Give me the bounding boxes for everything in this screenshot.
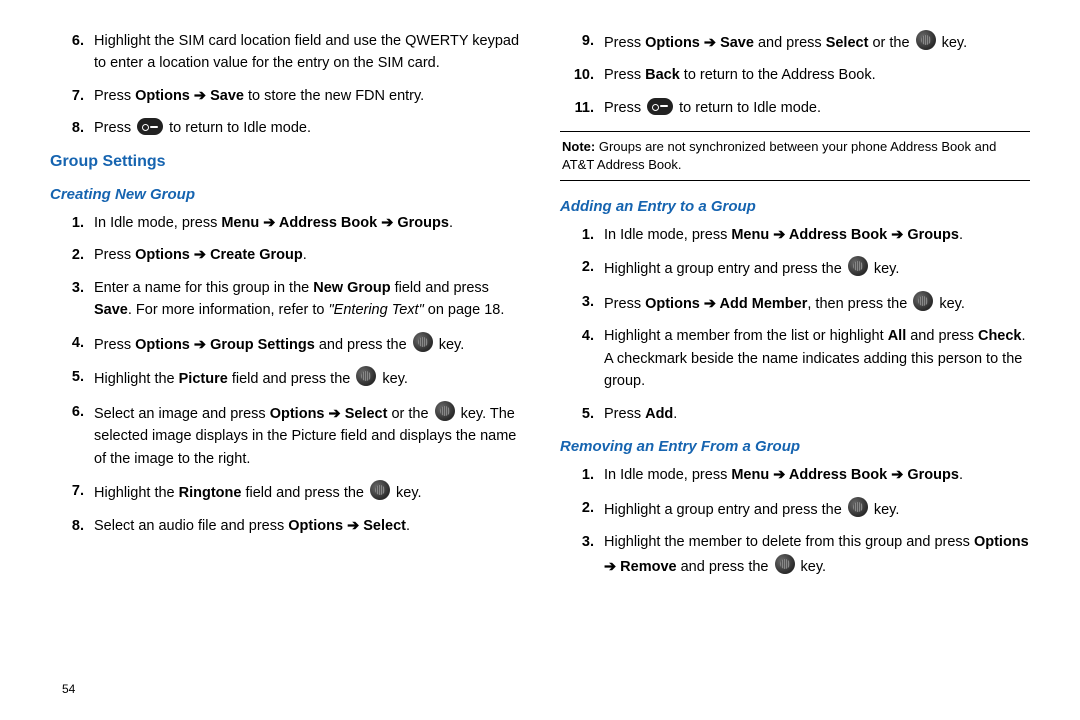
ok-key-icon [370,480,390,500]
re-step-2: 2. Highlight a group entry and press the… [560,497,1030,521]
ae-step-1: 1. In Idle mode, press Menu ➔ Address Bo… [560,224,1030,246]
ok-key-icon [913,291,933,311]
right-column: 9. Press Options ➔ Save and press Select… [560,30,1030,588]
r-step-11: 11. Press to return to Idle mode. [560,97,1030,119]
cng-step-4: 4. Press Options ➔ Group Settings and pr… [50,332,520,356]
ok-key-icon [413,332,433,352]
cng-step-6: 6. Select an image and press Options ➔ S… [50,401,520,470]
ok-key-icon [848,256,868,276]
r-step-9: 9. Press Options ➔ Save and press Select… [560,30,1030,54]
step-6: 6. Highlight the SIM card location field… [50,30,520,75]
cng-step-2: 2. Press Options ➔ Create Group. [50,244,520,266]
cng-step-5: 5. Highlight the Picture field and press… [50,366,520,390]
ok-key-icon [435,401,455,421]
cng-step-7: 7. Highlight the Ringtone field and pres… [50,480,520,504]
cng-step-3: 3. Enter a name for this group in the Ne… [50,277,520,322]
right-list-2: 1. In Idle mode, press Menu ➔ Address Bo… [560,224,1030,425]
left-column: 6. Highlight the SIM card location field… [50,30,520,588]
ok-key-icon [775,554,795,574]
left-list-1: 6. Highlight the SIM card location field… [50,30,520,140]
re-step-3: 3. Highlight the member to delete from t… [560,531,1030,578]
subsection-creating-new-group: Creating New Group [50,183,520,206]
step-7: 7. Press Options ➔ Save to store the new… [50,85,520,107]
note-box: Note: Groups are not synchronized betwee… [560,131,1030,180]
end-call-icon [647,98,673,115]
left-list-2: 1. In Idle mode, press Menu ➔ Address Bo… [50,212,520,537]
ae-step-3: 3. Press Options ➔ Add Member, then pres… [560,291,1030,315]
step-8: 8. Press to return to Idle mode. [50,117,520,139]
end-call-icon [137,118,163,135]
ae-step-4: 4. Highlight a member from the list or h… [560,325,1030,392]
page-number: 54 [62,682,75,696]
ae-step-2: 2. Highlight a group entry and press the… [560,256,1030,280]
ok-key-icon [848,497,868,517]
r-step-10: 10. Press Back to return to the Address … [560,64,1030,86]
manual-page: 6. Highlight the SIM card location field… [0,0,1080,608]
subsection-removing-entry: Removing an Entry From a Group [560,435,1030,458]
re-step-1: 1. In Idle mode, press Menu ➔ Address Bo… [560,464,1030,486]
ok-key-icon [356,366,376,386]
subsection-adding-entry: Adding an Entry to a Group [560,195,1030,218]
section-group-settings: Group Settings [50,150,520,175]
right-list-1: 9. Press Options ➔ Save and press Select… [560,30,1030,119]
cng-step-8: 8. Select an audio file and press Option… [50,515,520,537]
ok-key-icon [916,30,936,50]
cng-step-1: 1. In Idle mode, press Menu ➔ Address Bo… [50,212,520,234]
ae-step-5: 5. Press Add. [560,403,1030,425]
right-list-3: 1. In Idle mode, press Menu ➔ Address Bo… [560,464,1030,578]
